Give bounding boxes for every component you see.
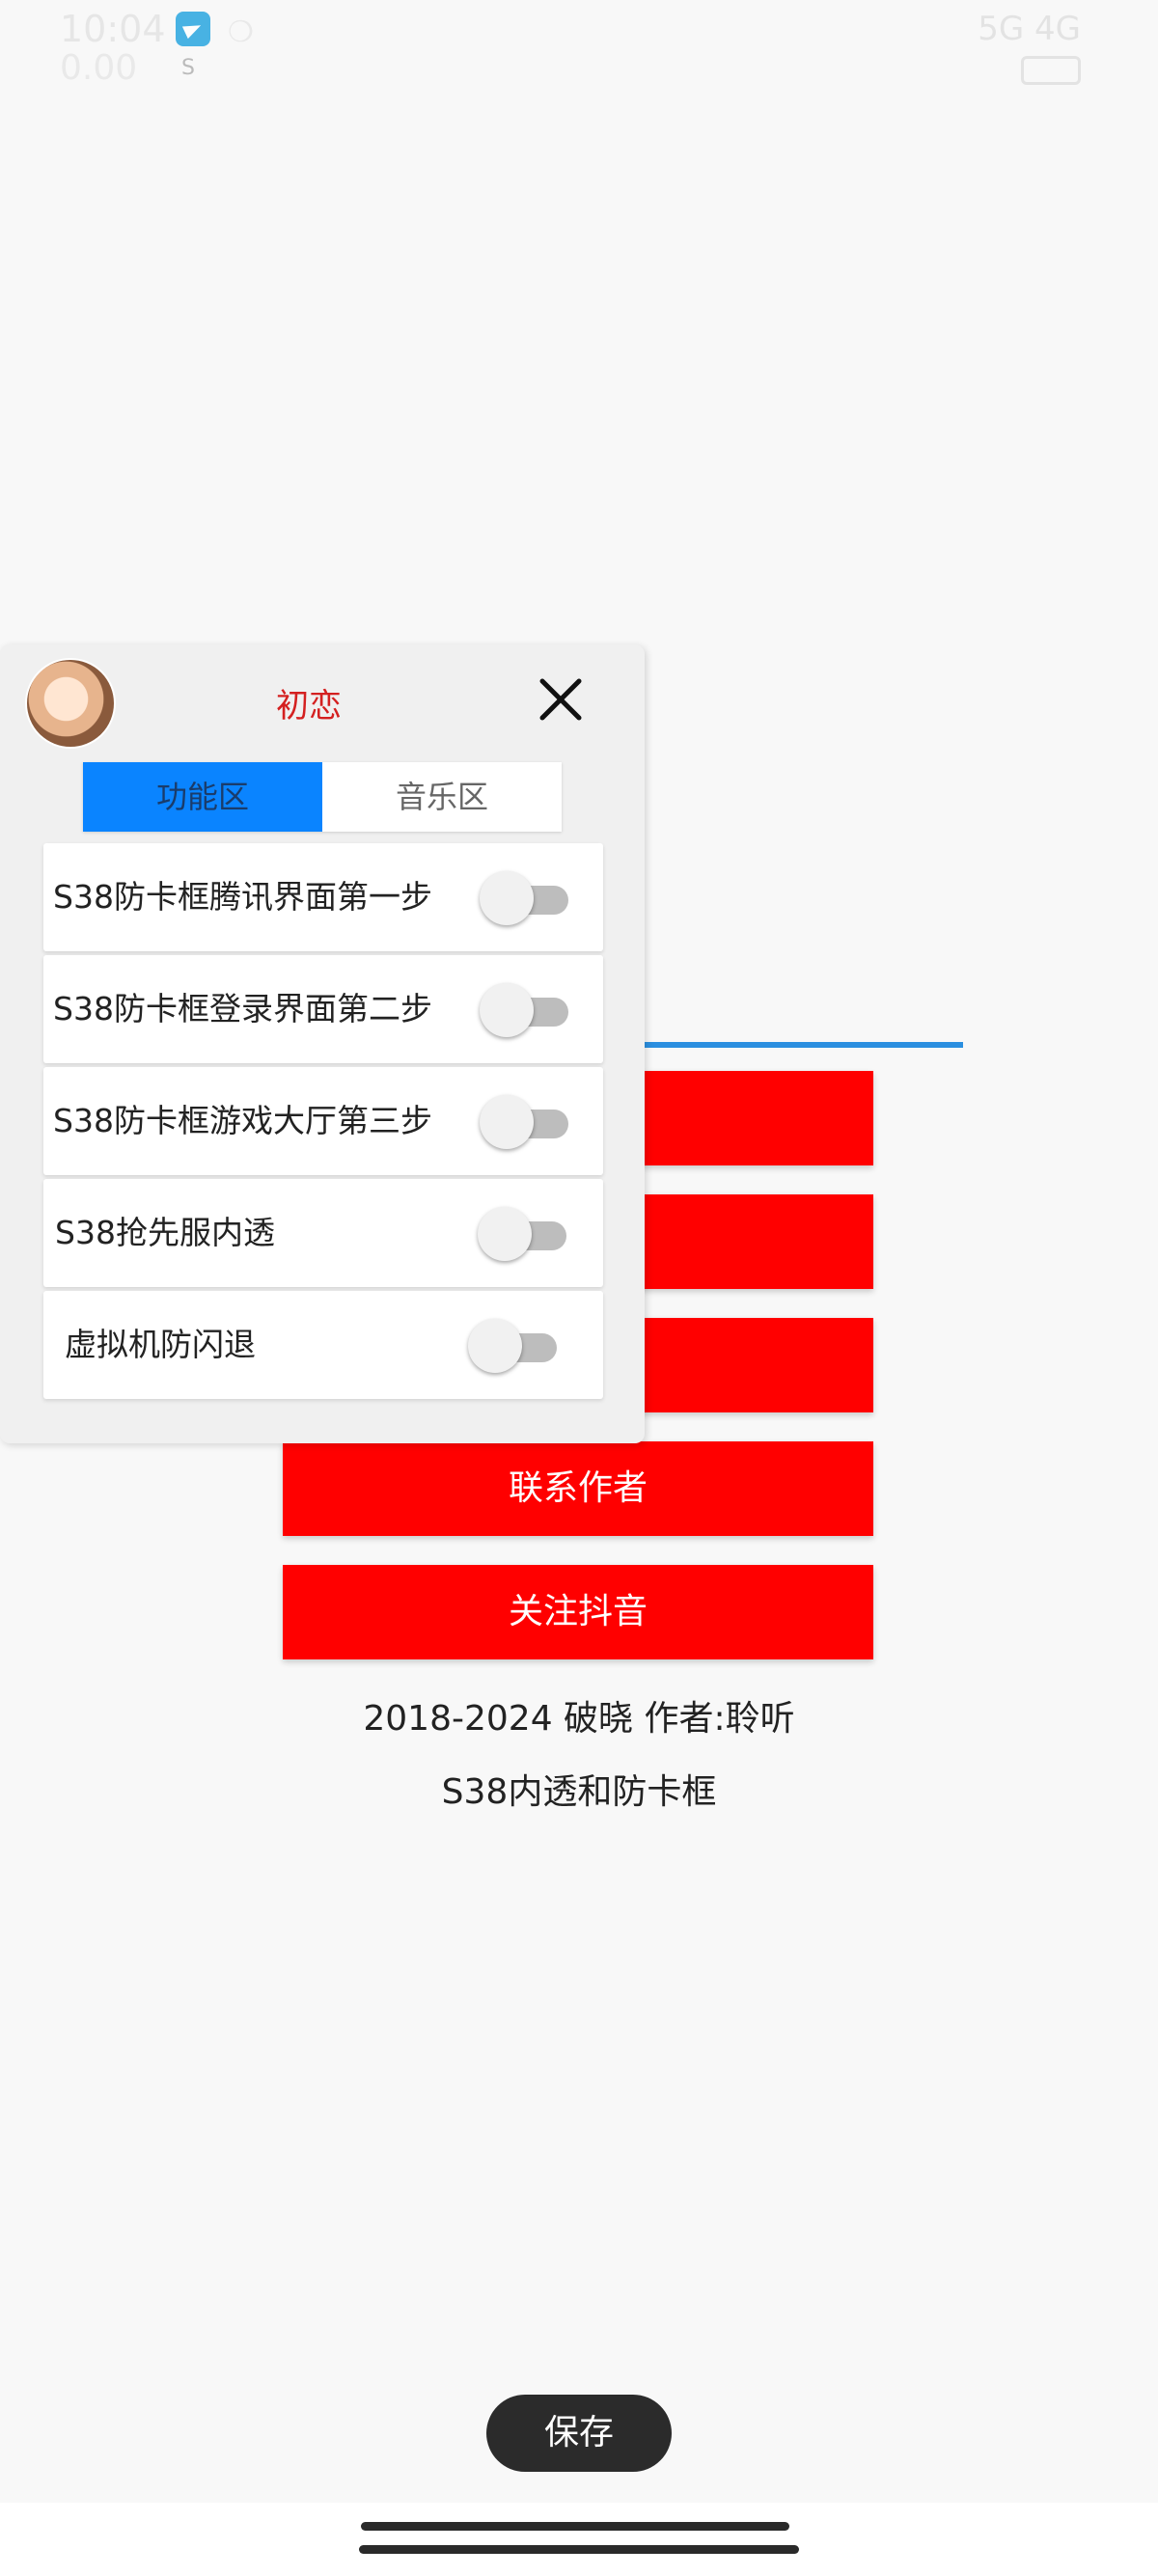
toggle-label: S38抢先服内透 [55, 1214, 275, 1251]
home-indicator-shadow [359, 2545, 799, 2554]
status-bar: 10:04 0.00 ❍ S 5G 4G [0, 0, 1158, 96]
telegram-icon [176, 12, 210, 46]
tab-music[interactable]: 音乐区 [322, 762, 562, 832]
save-toast[interactable]: 保存 [486, 2395, 672, 2472]
toggle-row[interactable]: S38防卡框游戏大厅第三步 [43, 1067, 603, 1175]
network-indicator: 5G 4G [978, 10, 1081, 48]
toggle-row[interactable]: S38抢先服内透 [43, 1179, 603, 1287]
toggle-knob [468, 1319, 522, 1373]
floating-menu-panel: 初恋 功能区 音乐区 S38防卡框腾讯界面第一步 S38防卡框登录界面第二步 S… [0, 644, 645, 1443]
toggle-label: S38防卡框腾讯界面第一步 [53, 878, 432, 916]
follow-douyin-button[interactable]: 关注抖音 [283, 1565, 873, 1659]
toggle-knob [480, 1095, 534, 1149]
close-icon [539, 678, 582, 721]
status-time: 10:04 [60, 8, 166, 50]
toggle-knob [480, 983, 534, 1037]
s-icon: S [181, 56, 195, 80]
home-indicator[interactable] [361, 2522, 789, 2531]
toggle-row[interactable]: S38防卡框登录界面第二步 [43, 955, 603, 1063]
toggle-switch[interactable] [480, 871, 568, 925]
status-extra-icon: ❍ [228, 15, 254, 49]
toggle-row[interactable]: S38防卡框腾讯界面第一步 [43, 843, 603, 951]
toggle-label: S38防卡框登录界面第二步 [53, 990, 432, 1028]
panel-title: 初恋 [276, 687, 342, 726]
contact-author-button[interactable]: 联系作者 [283, 1441, 873, 1536]
status-right: 5G 4G [978, 10, 1081, 89]
toggle-knob [478, 1207, 532, 1261]
app-subtitle: S38内透和防卡框 [441, 1772, 717, 1812]
toggle-switch[interactable] [480, 1095, 568, 1149]
tab-bar: 功能区 音乐区 [83, 762, 562, 832]
copyright-text: 2018-2024 破晓 作者:聆听 [363, 1699, 795, 1739]
close-button[interactable] [537, 675, 585, 724]
status-sub: 0.00 [60, 48, 138, 88]
toggle-switch[interactable] [478, 1207, 566, 1261]
toggle-label: 虚拟机防闪退 [65, 1326, 256, 1363]
toggle-row[interactable]: 虚拟机防闪退 [43, 1291, 603, 1399]
toggle-label: S38防卡框游戏大厅第三步 [53, 1102, 432, 1139]
battery-icon [1021, 56, 1081, 85]
toggle-knob [480, 871, 534, 925]
navigation-bar [0, 2503, 1158, 2576]
toggle-switch[interactable] [468, 1319, 557, 1373]
tab-functions[interactable]: 功能区 [83, 762, 322, 832]
toggle-switch[interactable] [480, 983, 568, 1037]
